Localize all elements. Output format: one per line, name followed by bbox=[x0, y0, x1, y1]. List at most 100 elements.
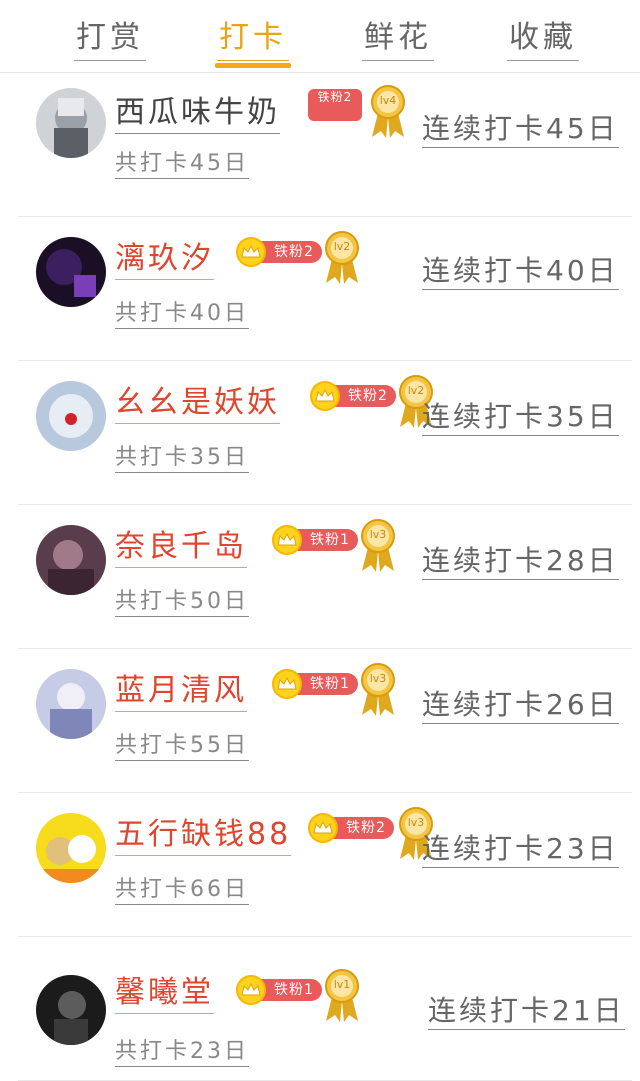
streak-days: 23 bbox=[546, 832, 588, 868]
total-text: 共打卡40日 bbox=[115, 295, 250, 329]
streak-unit: 日 bbox=[587, 400, 619, 436]
streak-prefix: 连续打卡 bbox=[428, 994, 553, 1030]
level-medal-label: lv2 bbox=[333, 240, 351, 253]
avatar[interactable] bbox=[36, 237, 106, 307]
streak-text: 连续打卡45日 bbox=[422, 107, 619, 148]
streak-unit: 日 bbox=[587, 688, 619, 724]
avatar[interactable] bbox=[36, 975, 106, 1045]
streak-prefix: 连续打卡 bbox=[422, 400, 547, 436]
total-unit: 日 bbox=[224, 733, 250, 761]
list-item[interactable]: 幺幺是妖妖 铁粉2 lv2 连续打卡35日 共打卡35日 bbox=[18, 361, 632, 505]
streak-days: 28 bbox=[546, 544, 588, 580]
list-item[interactable]: 五行缺钱88 铁粉2 lv3 连续打卡23日 共打卡66日 bbox=[18, 793, 632, 937]
streak-days: 35 bbox=[546, 400, 588, 436]
list-item[interactable]: 馨曦堂 铁粉1 lv1 连续打卡21日 共打卡23日 bbox=[18, 937, 632, 1081]
tab-bar: 打赏 打卡 鲜花 收藏 bbox=[0, 0, 640, 73]
level-medal-icon: lv4 bbox=[368, 85, 408, 139]
user-name[interactable]: 漓玖汐 bbox=[115, 233, 214, 280]
checkin-list: 西瓜味牛奶 铁粉2 lv4 连续打卡45日 共打卡45日 漓玖汐 铁粉2 lv2 bbox=[0, 73, 640, 1081]
crown-icon bbox=[236, 975, 266, 1005]
avatar[interactable] bbox=[36, 381, 106, 451]
total-prefix: 共打卡 bbox=[115, 733, 191, 761]
total-prefix: 共打卡 bbox=[115, 445, 191, 473]
avatar[interactable] bbox=[36, 669, 106, 739]
streak-unit: 日 bbox=[587, 544, 619, 580]
tab-flowers-label: 鲜花 bbox=[362, 6, 434, 61]
user-name[interactable]: 蓝月清风 bbox=[115, 665, 247, 712]
user-name[interactable]: 五行缺钱88 bbox=[115, 809, 292, 856]
total-days: 40 bbox=[190, 301, 225, 329]
level-medal-icon: lv2 bbox=[322, 231, 362, 285]
total-days: 50 bbox=[190, 589, 225, 617]
level-medal-icon: lv1 bbox=[322, 969, 362, 1023]
list-item[interactable]: 漓玖汐 铁粉2 lv2 连续打卡40日 共打卡40日 bbox=[18, 217, 632, 361]
user-name[interactable]: 奈良千岛 bbox=[115, 521, 247, 568]
streak-days: 45 bbox=[546, 112, 588, 148]
streak-days: 40 bbox=[546, 254, 588, 290]
total-days: 66 bbox=[190, 877, 225, 905]
crown-icon bbox=[272, 525, 302, 555]
user-name[interactable]: 幺幺是妖妖 bbox=[115, 377, 280, 424]
streak-days: 26 bbox=[546, 688, 588, 724]
list-item[interactable]: 西瓜味牛奶 铁粉2 lv4 连续打卡45日 共打卡45日 bbox=[18, 73, 632, 217]
total-text: 共打卡55日 bbox=[115, 727, 250, 761]
list-item[interactable]: 蓝月清风 铁粉1 lv3 连续打卡26日 共打卡55日 bbox=[18, 649, 632, 793]
level-medal-label: lv1 bbox=[333, 978, 351, 991]
list-item[interactable]: 奈良千岛 铁粉1 lv3 连续打卡28日 共打卡50日 bbox=[18, 505, 632, 649]
streak-text: 连续打卡40日 bbox=[422, 249, 619, 290]
total-unit: 日 bbox=[224, 445, 250, 473]
level-medal-label: lv3 bbox=[369, 672, 387, 685]
streak-days: 21 bbox=[552, 994, 594, 1030]
streak-text: 连续打卡26日 bbox=[422, 683, 619, 724]
total-prefix: 共打卡 bbox=[115, 301, 191, 329]
tab-checkin[interactable]: 打卡 bbox=[193, 6, 313, 66]
avatar[interactable] bbox=[36, 525, 106, 595]
total-unit: 日 bbox=[224, 589, 250, 617]
fan-badge[interactable]: 铁粉2 bbox=[308, 89, 362, 121]
streak-unit: 日 bbox=[587, 832, 619, 868]
total-unit: 日 bbox=[224, 301, 250, 329]
streak-prefix: 连续打卡 bbox=[422, 832, 547, 868]
total-unit: 日 bbox=[224, 151, 250, 179]
active-tab-indicator bbox=[215, 63, 291, 68]
streak-text: 连续打卡21日 bbox=[428, 989, 625, 1030]
streak-prefix: 连续打卡 bbox=[422, 254, 547, 290]
streak-unit: 日 bbox=[587, 112, 619, 148]
streak-prefix: 连续打卡 bbox=[422, 688, 547, 724]
total-text: 共打卡23日 bbox=[115, 1033, 250, 1067]
user-name[interactable]: 馨曦堂 bbox=[115, 967, 214, 1014]
streak-prefix: 连续打卡 bbox=[422, 544, 547, 580]
total-prefix: 共打卡 bbox=[115, 589, 191, 617]
total-unit: 日 bbox=[224, 877, 250, 905]
crown-icon bbox=[236, 237, 266, 267]
tab-flowers[interactable]: 鲜花 bbox=[338, 6, 458, 66]
total-text: 共打卡66日 bbox=[115, 871, 250, 905]
total-unit: 日 bbox=[224, 1039, 250, 1067]
streak-text: 连续打卡23日 bbox=[422, 827, 619, 868]
crown-icon bbox=[310, 381, 340, 411]
streak-prefix: 连续打卡 bbox=[422, 112, 547, 148]
tab-favorites-label: 收藏 bbox=[507, 6, 579, 61]
level-medal-icon: lv3 bbox=[358, 519, 398, 573]
tab-reward-label: 打赏 bbox=[74, 6, 146, 61]
tab-reward[interactable]: 打赏 bbox=[50, 6, 170, 66]
total-days: 45 bbox=[190, 151, 225, 179]
user-name[interactable]: 西瓜味牛奶 bbox=[115, 87, 280, 134]
level-medal-label: lv3 bbox=[369, 528, 387, 541]
total-days: 35 bbox=[190, 445, 225, 473]
total-text: 共打卡45日 bbox=[115, 145, 250, 179]
total-text: 共打卡50日 bbox=[115, 583, 250, 617]
streak-text: 连续打卡35日 bbox=[422, 395, 619, 436]
tab-favorites[interactable]: 收藏 bbox=[483, 6, 603, 66]
fan-badge-label: 铁粉2 bbox=[308, 89, 362, 121]
total-days: 23 bbox=[190, 1039, 225, 1067]
streak-text: 连续打卡28日 bbox=[422, 539, 619, 580]
total-prefix: 共打卡 bbox=[115, 877, 191, 905]
total-prefix: 共打卡 bbox=[115, 1039, 191, 1067]
total-text: 共打卡35日 bbox=[115, 439, 250, 473]
crown-icon bbox=[272, 669, 302, 699]
total-prefix: 共打卡 bbox=[115, 151, 191, 179]
total-days: 55 bbox=[190, 733, 225, 761]
avatar[interactable] bbox=[36, 88, 106, 158]
avatar[interactable] bbox=[36, 813, 106, 883]
